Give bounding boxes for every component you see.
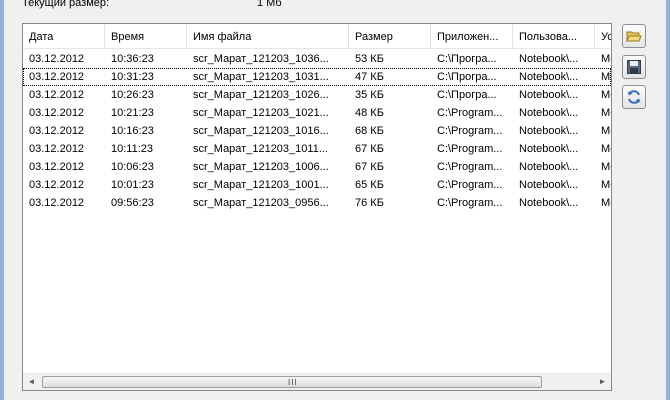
cell-time: 10:36:23 bbox=[111, 53, 154, 65]
cell-time: 09:56:23 bbox=[111, 197, 154, 209]
cell-date: 03.12.2012 bbox=[29, 197, 85, 209]
cell-date: 03.12.2012 bbox=[29, 125, 85, 137]
cell-filename: scr_Марат_121203_1011... bbox=[193, 143, 328, 155]
cell-user: Notebook\... bbox=[519, 89, 579, 101]
cell-filename: scr_Марат_121203_1026... bbox=[193, 89, 329, 101]
cell-time: 10:11:23 bbox=[111, 143, 154, 155]
open-folder-icon bbox=[626, 31, 642, 42]
horizontal-scrollbar[interactable]: ◄ III ► bbox=[23, 373, 611, 390]
table-row[interactable]: 03.12.2012 10:16:23 scr_Марат_121203_101… bbox=[23, 122, 611, 140]
table-row[interactable]: 03.12.2012 09:56:23 scr_Марат_121203_095… bbox=[23, 194, 611, 212]
cell-device: Ме bbox=[601, 89, 611, 101]
cell-time: 10:01:23 bbox=[111, 179, 154, 191]
cell-time: 10:21:23 bbox=[111, 107, 154, 119]
current-size-row: Текущий размер: 1 Мб bbox=[22, 0, 422, 11]
cell-user: Notebook\... bbox=[519, 143, 579, 155]
cell-application: C:\Program... bbox=[437, 107, 503, 119]
cell-time: 10:06:23 bbox=[111, 161, 154, 173]
cell-filename: scr_Марат_121203_1016... bbox=[193, 125, 329, 137]
cell-filename: scr_Марат_121203_1006... bbox=[193, 161, 329, 173]
cell-date: 03.12.2012 bbox=[29, 143, 85, 155]
column-header-date[interactable]: Дата bbox=[23, 24, 105, 48]
save-disk-icon bbox=[627, 60, 641, 74]
cell-user: Notebook\... bbox=[519, 179, 579, 191]
cell-application: C:\Program... bbox=[437, 197, 503, 209]
cell-size: 67 КБ bbox=[355, 143, 384, 155]
scrollbar-thumb[interactable]: III bbox=[42, 376, 542, 388]
column-header-user[interactable]: Пользова... bbox=[513, 24, 595, 48]
column-header-filename[interactable]: Имя файла bbox=[187, 24, 349, 48]
cell-device: Ме bbox=[601, 179, 611, 191]
window-border-left bbox=[0, 0, 4, 400]
cell-filename: scr_Марат_121203_1001... bbox=[193, 179, 329, 191]
cell-size: 67 КБ bbox=[355, 161, 384, 173]
scroll-right-arrow-icon[interactable]: ► bbox=[594, 374, 611, 390]
table-row[interactable]: 03.12.2012 10:01:23 scr_Марат_121203_100… bbox=[23, 176, 611, 194]
cell-date: 03.12.2012 bbox=[29, 53, 85, 65]
current-size-value: 1 Мб bbox=[257, 0, 282, 9]
table-row[interactable]: 03.12.2012 10:31:23 scr_Марат_121203_103… bbox=[23, 68, 611, 86]
cell-device: Ме bbox=[601, 53, 611, 65]
table-row[interactable]: 03.12.2012 10:26:23 scr_Марат_121203_102… bbox=[23, 86, 611, 104]
cell-user: Notebook\... bbox=[519, 107, 579, 119]
column-header-application[interactable]: Приложен... bbox=[431, 24, 513, 48]
cell-user: Notebook\... bbox=[519, 53, 579, 65]
cell-application: C:\Program... bbox=[437, 179, 503, 191]
cell-application: C:\Program... bbox=[437, 161, 503, 173]
cell-application: C:\Програ... bbox=[437, 89, 497, 101]
open-folder-button[interactable] bbox=[622, 24, 646, 48]
cell-user: Notebook\... bbox=[519, 161, 579, 173]
cell-application: C:\Програ... bbox=[437, 71, 497, 83]
cell-time: 10:31:23 bbox=[111, 71, 154, 83]
table-row[interactable]: 03.12.2012 10:11:23 scr_Марат_121203_101… bbox=[23, 140, 611, 158]
cell-user: Notebook\... bbox=[519, 125, 579, 137]
column-header-size[interactable]: Размер bbox=[349, 24, 431, 48]
table-row[interactable]: 03.12.2012 10:21:23 scr_Марат_121203_102… bbox=[23, 104, 611, 122]
cell-filename: scr_Марат_121203_1036... bbox=[193, 53, 329, 65]
cell-date: 03.12.2012 bbox=[29, 161, 85, 173]
cell-device: Ме bbox=[601, 71, 611, 83]
cell-device: Ме bbox=[601, 143, 611, 155]
cell-application: C:\Програ... bbox=[437, 53, 497, 65]
cell-size: 47 КБ bbox=[355, 71, 384, 83]
cell-device: Ме bbox=[601, 161, 611, 173]
cell-size: 35 КБ bbox=[355, 89, 384, 101]
column-header-device[interactable]: Ус bbox=[595, 24, 611, 48]
window-border-right bbox=[666, 0, 670, 400]
current-size-label: Текущий размер: bbox=[22, 0, 110, 9]
cell-size: 76 КБ bbox=[355, 197, 384, 209]
cell-user: Notebook\... bbox=[519, 197, 579, 209]
column-header-time[interactable]: Время bbox=[105, 24, 187, 48]
cell-size: 48 КБ bbox=[355, 107, 384, 119]
cell-filename: scr_Марат_121203_1021... bbox=[193, 107, 329, 119]
refresh-button[interactable] bbox=[622, 85, 646, 109]
cell-device: Ме bbox=[601, 107, 611, 119]
scrollbar-grip: III bbox=[288, 378, 298, 387]
cell-application: C:\Program... bbox=[437, 125, 503, 137]
cell-application: C:\Program... bbox=[437, 143, 503, 155]
cell-size: 53 КБ bbox=[355, 53, 384, 65]
table-row[interactable]: 03.12.2012 10:06:23 scr_Марат_121203_100… bbox=[23, 158, 611, 176]
cell-device: Ме bbox=[601, 125, 611, 137]
scroll-left-arrow-icon[interactable]: ◄ bbox=[23, 374, 40, 390]
cell-device: Ме bbox=[601, 197, 611, 209]
cell-filename: scr_Марат_121203_1031... bbox=[193, 71, 329, 83]
screenshots-list[interactable]: Дата Время Имя файла Размер Приложен... … bbox=[22, 23, 612, 391]
cell-filename: scr_Марат_121203_0956... bbox=[193, 197, 329, 209]
refresh-icon bbox=[627, 90, 641, 104]
table-row[interactable]: 03.12.2012 10:36:23 scr_Марат_121203_103… bbox=[23, 50, 611, 68]
cell-size: 68 КБ bbox=[355, 125, 384, 137]
save-button[interactable] bbox=[622, 55, 646, 79]
cell-date: 03.12.2012 bbox=[29, 179, 85, 191]
cell-time: 10:16:23 bbox=[111, 125, 154, 137]
cell-date: 03.12.2012 bbox=[29, 71, 85, 83]
cell-date: 03.12.2012 bbox=[29, 89, 85, 101]
cell-user: Notebook\... bbox=[519, 71, 579, 83]
cell-size: 65 КБ bbox=[355, 179, 384, 191]
list-header: Дата Время Имя файла Размер Приложен... … bbox=[23, 24, 611, 49]
cell-date: 03.12.2012 bbox=[29, 107, 85, 119]
cell-time: 10:26:23 bbox=[111, 89, 154, 101]
